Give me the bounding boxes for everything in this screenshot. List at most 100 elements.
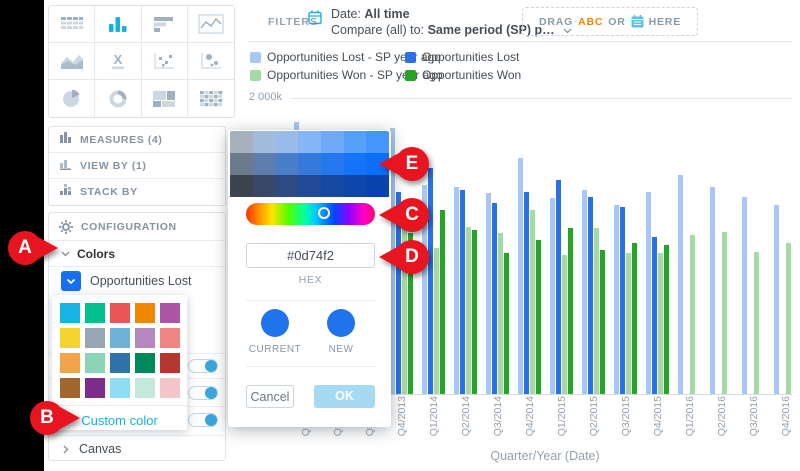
legend-label: Opportunities Won bbox=[422, 68, 521, 82]
hue-slider-marker[interactable] bbox=[318, 207, 330, 219]
chart-type-line[interactable] bbox=[188, 6, 234, 43]
x-axis-label: Q2/2014 bbox=[460, 396, 472, 440]
app-window: X MEASURES (4)VIEW BY (1)STACK BY CONFIG… bbox=[0, 0, 800, 471]
palette-swatch[interactable] bbox=[60, 303, 80, 323]
shade-swatch[interactable] bbox=[253, 131, 276, 153]
legend-swatch bbox=[250, 52, 261, 63]
palette-swatch[interactable] bbox=[135, 328, 155, 348]
bar bbox=[742, 197, 747, 394]
legend-item[interactable]: Opportunities Won bbox=[405, 68, 521, 82]
palette-swatch[interactable] bbox=[60, 353, 80, 373]
hex-color-input[interactable] bbox=[246, 243, 375, 268]
shade-swatch[interactable] bbox=[253, 175, 276, 197]
shade-swatch[interactable] bbox=[366, 175, 389, 197]
shade-swatch[interactable] bbox=[344, 153, 367, 175]
current-label: CURRENT bbox=[242, 344, 308, 355]
y-axis-tick-label: 2 000k bbox=[238, 91, 282, 103]
hue-slider[interactable] bbox=[246, 203, 375, 225]
palette-swatch[interactable] bbox=[85, 353, 105, 373]
bar bbox=[600, 250, 605, 394]
chart-type-area[interactable] bbox=[49, 43, 95, 80]
bar bbox=[486, 193, 491, 394]
x-axis-label: Q1/2014 bbox=[428, 396, 440, 440]
measure-toggle[interactable] bbox=[188, 386, 218, 400]
canvas-section-toggle[interactable]: Canvas bbox=[49, 435, 225, 462]
chart-type-column-selected[interactable] bbox=[95, 6, 141, 43]
dialog-divider bbox=[246, 300, 375, 301]
chart-type-bubble[interactable] bbox=[188, 43, 234, 80]
shade-swatch[interactable] bbox=[230, 175, 253, 197]
shade-swatch[interactable] bbox=[275, 175, 298, 197]
chart-type-bar[interactable] bbox=[142, 6, 188, 43]
bar bbox=[518, 158, 523, 394]
bucket-view-by[interactable]: VIEW BY (1) bbox=[49, 153, 225, 179]
shade-swatch[interactable] bbox=[344, 131, 367, 153]
shade-swatch[interactable] bbox=[275, 153, 298, 175]
drop-zone-or: OR bbox=[608, 16, 625, 28]
palette-swatch[interactable] bbox=[110, 303, 130, 323]
chart-type-treemap[interactable] bbox=[142, 80, 188, 117]
cancel-button[interactable]: Cancel bbox=[246, 385, 294, 408]
chevron-down-icon bbox=[66, 278, 76, 285]
palette-swatch[interactable] bbox=[160, 378, 180, 398]
palette-swatch[interactable] bbox=[135, 303, 155, 323]
shade-swatch[interactable] bbox=[321, 175, 344, 197]
chart-type-picker: X bbox=[48, 5, 235, 118]
colors-section-toggle[interactable]: Colors bbox=[49, 241, 225, 267]
view-by-icon bbox=[59, 157, 72, 175]
shade-swatch[interactable] bbox=[344, 175, 367, 197]
palette-swatch[interactable] bbox=[160, 353, 180, 373]
shade-swatch[interactable] bbox=[275, 131, 298, 153]
bucket-measures[interactable]: MEASURES (4) bbox=[49, 127, 225, 153]
shade-swatch[interactable] bbox=[298, 175, 321, 197]
new-color-circle bbox=[327, 309, 355, 337]
palette-swatch[interactable] bbox=[60, 328, 80, 348]
ok-button[interactable]: OK bbox=[314, 385, 375, 408]
toggle-knob bbox=[205, 360, 217, 372]
pin-label: D bbox=[395, 240, 429, 274]
shade-swatch[interactable] bbox=[298, 131, 321, 153]
x-axis-label: Q3/2015 bbox=[620, 396, 632, 440]
chart-type-table[interactable] bbox=[49, 6, 95, 43]
shade-swatch[interactable] bbox=[366, 131, 389, 153]
palette-swatch[interactable] bbox=[135, 378, 155, 398]
palette-swatch[interactable] bbox=[110, 378, 130, 398]
palette-swatch[interactable] bbox=[160, 328, 180, 348]
legend-item[interactable]: Opportunities Lost bbox=[405, 50, 519, 64]
measure-toggle[interactable] bbox=[188, 413, 218, 427]
chart-type-donut[interactable] bbox=[95, 80, 141, 117]
palette-swatch[interactable] bbox=[85, 328, 105, 348]
chart-type-scatter[interactable] bbox=[142, 43, 188, 80]
abc-attribute-icon: ABC bbox=[578, 16, 603, 28]
shade-swatch[interactable] bbox=[230, 131, 253, 153]
attribute-date-drop-zone[interactable]: DRAG ABC OR HERE bbox=[522, 7, 698, 36]
colors-section-label: Colors bbox=[77, 247, 115, 261]
chart-type-headline[interactable]: X bbox=[95, 43, 141, 80]
shade-swatch[interactable] bbox=[298, 153, 321, 175]
chart-type-heatmap[interactable] bbox=[188, 80, 234, 117]
palette-swatch[interactable] bbox=[60, 378, 80, 398]
palette-swatch[interactable] bbox=[85, 303, 105, 323]
palette-swatch[interactable] bbox=[110, 328, 130, 348]
shade-swatch[interactable] bbox=[321, 131, 344, 153]
x-axis-label: Q4/2014 bbox=[524, 396, 536, 440]
date-filter-line1[interactable]: Date: All time bbox=[331, 7, 410, 21]
measure-color-dropdown[interactable] bbox=[61, 271, 81, 291]
shade-swatch[interactable] bbox=[230, 153, 253, 175]
chart-type-pie[interactable] bbox=[49, 80, 95, 117]
shade-swatch[interactable] bbox=[253, 153, 276, 175]
bucket-stack-by[interactable]: STACK BY bbox=[49, 179, 225, 205]
bucket-label: VIEW BY (1) bbox=[80, 160, 147, 172]
bar bbox=[664, 245, 669, 394]
palette-swatch[interactable] bbox=[135, 353, 155, 373]
bar bbox=[678, 175, 683, 394]
shade-swatch[interactable] bbox=[321, 153, 344, 175]
palette-swatch[interactable] bbox=[160, 303, 180, 323]
legend-swatch bbox=[405, 70, 416, 81]
bar bbox=[498, 233, 503, 394]
annotation-pin-e: E bbox=[395, 147, 429, 181]
annotation-pin-c: C bbox=[395, 198, 429, 232]
palette-swatch[interactable] bbox=[110, 353, 130, 373]
palette-swatch[interactable] bbox=[85, 378, 105, 398]
measure-toggle[interactable] bbox=[188, 359, 218, 373]
